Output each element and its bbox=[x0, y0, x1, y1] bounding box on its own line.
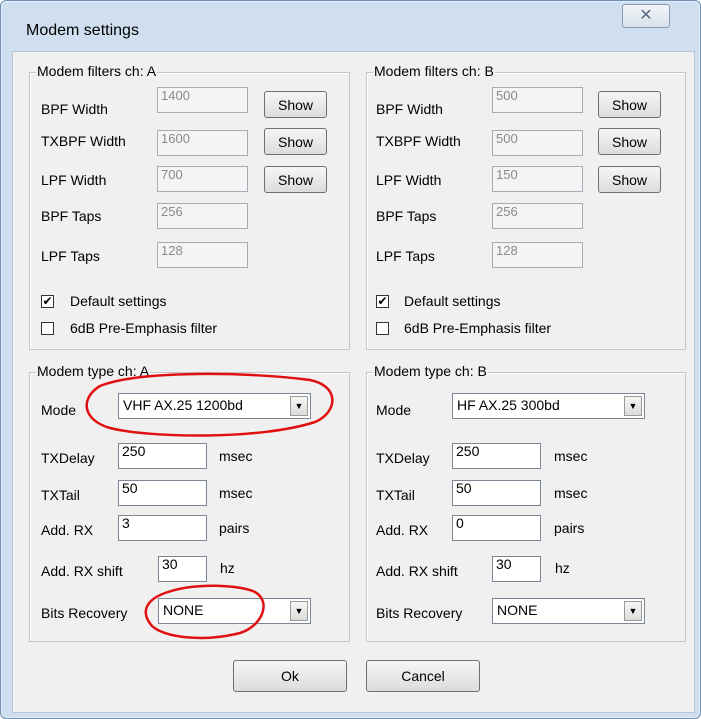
window-title: Modem settings bbox=[26, 22, 139, 39]
modem-b-txtail-unit: msec bbox=[554, 485, 588, 501]
modem-a-txdelay-field[interactable]: 250 bbox=[118, 443, 207, 469]
filters-a-preemphasis-checkbox[interactable] bbox=[41, 322, 54, 335]
filters-a-default-checkbox[interactable]: ✔ bbox=[41, 295, 54, 308]
modem-a-txdelay-label: TXDelay bbox=[41, 450, 95, 466]
modem-b-addrx-unit: pairs bbox=[554, 520, 585, 536]
filters-b-txbpf-width-label: TXBPF Width bbox=[376, 133, 461, 149]
modem-a-legend: Modem type ch: A bbox=[36, 363, 151, 379]
modem-a-txtail-unit: msec bbox=[219, 485, 253, 501]
chevron-down-icon[interactable]: ▼ bbox=[290, 601, 308, 621]
filters-a-bpf-taps-label: BPF Taps bbox=[41, 208, 102, 224]
modem-b-addrxshift-label: Add. RX shift bbox=[376, 563, 458, 579]
modem-b-mode-label: Mode bbox=[376, 402, 412, 418]
filters-a-lpf-width-field[interactable]: 700 bbox=[157, 166, 248, 192]
filters-a-txbpf-width-field[interactable]: 1600 bbox=[157, 130, 248, 156]
filters-b-bpf-width-label: BPF Width bbox=[376, 101, 443, 117]
filters-b-preemphasis-label: 6dB Pre-Emphasis filter bbox=[404, 320, 552, 336]
modem-a-mode-select[interactable]: VHF AX.25 1200bd ▼ bbox=[118, 393, 311, 419]
modem-a-addrx-unit: pairs bbox=[219, 520, 250, 536]
modem-a-bits-select[interactable]: NONE ▼ bbox=[158, 598, 311, 624]
close-icon: ✕ bbox=[639, 7, 653, 24]
filters-a-bpf-width-field[interactable]: 1400 bbox=[157, 87, 248, 113]
filters-a-bpf-show-button[interactable]: Show bbox=[264, 91, 327, 118]
modem-b-mode-value: HF AX.25 300bd bbox=[457, 397, 560, 413]
filters-b-bpf-width-field[interactable]: 500 bbox=[492, 87, 583, 113]
modem-b-txtail-label: TXTail bbox=[376, 487, 415, 503]
filters-a-default-label: Default settings bbox=[70, 293, 167, 309]
modem-a-addrxshift-label: Add. RX shift bbox=[41, 563, 123, 579]
modem-b-addrx-field[interactable]: 0 bbox=[452, 515, 541, 541]
modem-b-mode-select[interactable]: HF AX.25 300bd ▼ bbox=[452, 393, 645, 419]
modem-b-bits-value: NONE bbox=[497, 602, 538, 618]
filters-b-preemphasis-checkbox[interactable] bbox=[376, 322, 389, 335]
modem-a-addrxshift-field[interactable]: 30 bbox=[158, 556, 207, 582]
modem-a-addrxshift-unit: hz bbox=[220, 560, 235, 576]
modem-a-txtail-label: TXTail bbox=[41, 487, 80, 503]
modem-a-addrx-field[interactable]: 3 bbox=[118, 515, 207, 541]
filters-b-lpf-taps-label: LPF Taps bbox=[376, 248, 435, 264]
ok-button[interactable]: Ok bbox=[233, 660, 347, 692]
check-mark-icon: ✔ bbox=[377, 294, 388, 308]
modem-a-txtail-field[interactable]: 50 bbox=[118, 480, 207, 506]
filters-a-txbpf-width-label: TXBPF Width bbox=[41, 133, 126, 149]
modem-b-bits-label: Bits Recovery bbox=[376, 605, 463, 621]
modem-b-txdelay-field[interactable]: 250 bbox=[452, 443, 541, 469]
filters-a-lpf-show-button[interactable]: Show bbox=[264, 166, 327, 193]
filters-a-txbpf-show-button[interactable]: Show bbox=[264, 128, 327, 155]
filters-b-bpf-taps-label: BPF Taps bbox=[376, 208, 437, 224]
filters-a-lpf-taps-label: LPF Taps bbox=[41, 248, 100, 264]
modem-a-txdelay-unit: msec bbox=[219, 448, 253, 464]
filters-a-lpf-width-label: LPF Width bbox=[41, 172, 107, 188]
filters-b-bpf-show-button[interactable]: Show bbox=[598, 91, 661, 118]
modem-b-addrxshift-field[interactable]: 30 bbox=[492, 556, 541, 582]
modem-a-mode-label: Mode bbox=[41, 402, 77, 418]
filters-b-txbpf-show-button[interactable]: Show bbox=[598, 128, 661, 155]
modem-a-bits-label: Bits Recovery bbox=[41, 605, 128, 621]
modem-a-addrx-label: Add. RX bbox=[41, 522, 94, 538]
modem-a-bits-value: NONE bbox=[163, 602, 204, 618]
filters-b-lpf-width-field[interactable]: 150 bbox=[492, 166, 583, 192]
filters-b-txbpf-width-field[interactable]: 500 bbox=[492, 130, 583, 156]
modem-b-addrx-label: Add. RX bbox=[376, 522, 429, 538]
filters-b-lpf-show-button[interactable]: Show bbox=[598, 166, 661, 193]
filters-b-legend: Modem filters ch: B bbox=[373, 63, 495, 79]
check-mark-icon: ✔ bbox=[42, 294, 53, 308]
filters-a-legend: Modem filters ch: A bbox=[36, 63, 158, 79]
chevron-down-icon[interactable]: ▼ bbox=[624, 396, 642, 416]
filters-a-preemphasis-label: 6dB Pre-Emphasis filter bbox=[70, 320, 218, 336]
filters-a-bpf-width-label: BPF Width bbox=[41, 101, 108, 117]
modem-b-txtail-field[interactable]: 50 bbox=[452, 480, 541, 506]
filters-b-bpf-taps-field[interactable]: 256 bbox=[492, 203, 583, 229]
modem-b-txdelay-label: TXDelay bbox=[376, 450, 430, 466]
cancel-button[interactable]: Cancel bbox=[366, 660, 480, 692]
filters-b-default-label: Default settings bbox=[404, 293, 501, 309]
close-button[interactable]: ✕ bbox=[622, 4, 670, 28]
chevron-down-icon[interactable]: ▼ bbox=[624, 601, 642, 621]
filters-b-default-checkbox[interactable]: ✔ bbox=[376, 295, 389, 308]
filters-a-lpf-taps-field[interactable]: 128 bbox=[157, 242, 248, 268]
modem-b-txdelay-unit: msec bbox=[554, 448, 588, 464]
filters-b-lpf-width-label: LPF Width bbox=[376, 172, 442, 188]
filters-a-bpf-taps-field[interactable]: 256 bbox=[157, 203, 248, 229]
modem-a-mode-value: VHF AX.25 1200bd bbox=[123, 397, 243, 413]
modem-b-legend: Modem type ch: B bbox=[373, 363, 488, 379]
modem-b-addrxshift-unit: hz bbox=[555, 560, 570, 576]
filters-b-lpf-taps-field[interactable]: 128 bbox=[492, 242, 583, 268]
modem-b-bits-select[interactable]: NONE ▼ bbox=[492, 598, 645, 624]
chevron-down-icon[interactable]: ▼ bbox=[290, 396, 308, 416]
